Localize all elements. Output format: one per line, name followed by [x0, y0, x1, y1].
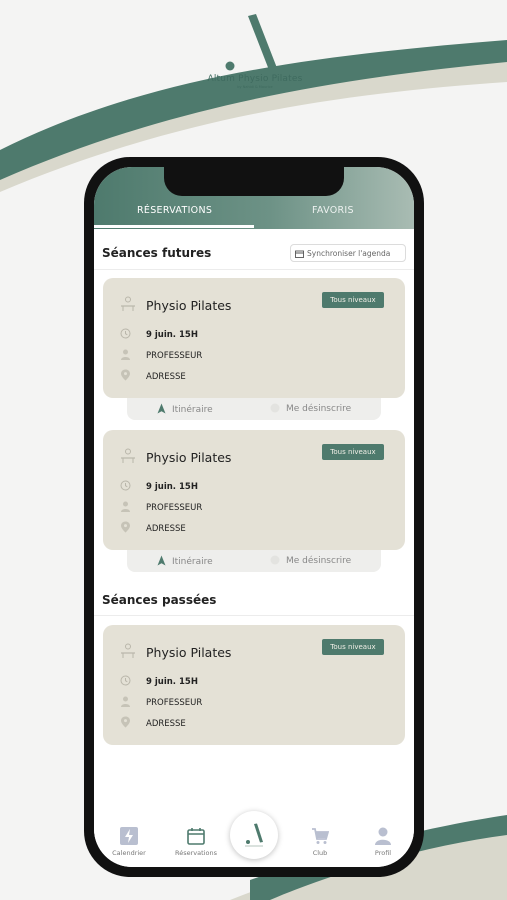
session-card[interactable]: Physio Pilates Tous niveaux 9 juin. 15H … — [103, 625, 405, 745]
itinerary-label: Itinéraire — [172, 557, 213, 567]
nav-label: Profil — [374, 849, 392, 857]
unsubscribe-button[interactable]: Me désinscrire — [270, 403, 351, 414]
massage-table-icon — [121, 296, 135, 311]
section-divider — [94, 269, 414, 270]
home-logo-button[interactable] — [230, 811, 278, 859]
person-icon — [121, 501, 130, 512]
session-teacher: PROFESSEUR — [146, 698, 203, 708]
brand-title: Altum Physio Pilates — [207, 74, 303, 84]
calendar-icon — [187, 828, 205, 845]
card-actions: Itinéraire Me désinscrire — [127, 398, 381, 420]
altum-logo-icon — [225, 14, 277, 71]
user-icon — [375, 827, 391, 845]
level-badge: Tous niveaux — [322, 292, 384, 308]
session-datetime: 9 juin. 15H — [146, 330, 198, 340]
active-tab-indicator — [94, 225, 254, 228]
unsubscribe-label: Me désinscrire — [286, 556, 352, 566]
location-pin-icon — [121, 521, 130, 533]
person-icon — [121, 349, 130, 360]
session-card[interactable]: Physio Pilates Tous niveaux 9 juin. 15H … — [103, 278, 405, 398]
location-pin-icon — [121, 716, 130, 728]
level-badge: Tous niveaux — [322, 639, 384, 655]
massage-table-icon — [121, 643, 135, 658]
cancel-circle-icon — [270, 403, 280, 413]
calendar-small-icon — [295, 250, 304, 258]
unsubscribe-label: Me désinscrire — [286, 404, 352, 414]
navigation-arrow-icon — [157, 403, 166, 414]
altum-logo-icon — [245, 823, 263, 847]
brand-header: Altum Physio Pilates by Nahidi & Maurice — [190, 10, 320, 89]
itinerary-button[interactable]: Itinéraire — [157, 555, 213, 567]
tab-reservations[interactable]: RÉSERVATIONS — [137, 205, 212, 216]
clock-icon — [120, 480, 131, 491]
nav-reservations[interactable]: Réservations — [166, 827, 226, 857]
session-datetime: 9 juin. 15H — [146, 482, 198, 492]
nav-label: Réservations — [175, 849, 217, 857]
clock-icon — [120, 328, 131, 339]
app-screen: RÉSERVATIONS FAVORIS Séances futures Syn… — [94, 167, 414, 867]
tab-favoris[interactable]: FAVORIS — [312, 205, 354, 216]
lightning-icon — [120, 827, 138, 845]
nav-label: Calendrier — [112, 849, 146, 857]
future-sessions-title: Séances futures — [102, 246, 212, 260]
card-actions: Itinéraire Me désinscrire — [127, 550, 381, 572]
session-card[interactable]: Physio Pilates Tous niveaux 9 juin. 15H … — [103, 430, 405, 550]
unsubscribe-button[interactable]: Me désinscrire — [270, 555, 351, 566]
nav-calendrier[interactable]: Calendrier — [99, 827, 159, 857]
session-address: ADRESSE — [146, 372, 186, 382]
sync-calendar-label: Synchroniser l'agenda — [307, 249, 391, 258]
location-pin-icon — [121, 369, 130, 381]
nav-profil[interactable]: Profil — [353, 827, 413, 857]
session-title: Physio Pilates — [146, 450, 232, 465]
nav-club[interactable]: Club — [290, 827, 350, 857]
sync-calendar-button[interactable]: Synchroniser l'agenda — [290, 244, 406, 262]
session-datetime: 9 juin. 15H — [146, 677, 198, 687]
itinerary-label: Itinéraire — [172, 405, 213, 415]
session-title: Physio Pilates — [146, 298, 232, 313]
clock-icon — [120, 675, 131, 686]
cart-icon — [312, 828, 329, 844]
nav-label: Club — [312, 849, 328, 857]
itinerary-button[interactable]: Itinéraire — [157, 403, 213, 415]
session-address: ADRESSE — [146, 524, 186, 534]
person-icon — [121, 696, 130, 707]
cancel-circle-icon — [270, 555, 280, 565]
section-divider — [94, 615, 414, 616]
navigation-arrow-icon — [157, 555, 166, 566]
phone-frame: RÉSERVATIONS FAVORIS Séances futures Syn… — [84, 157, 424, 877]
session-title: Physio Pilates — [146, 645, 232, 660]
session-teacher: PROFESSEUR — [146, 503, 203, 513]
massage-table-icon — [121, 448, 135, 463]
session-address: ADRESSE — [146, 719, 186, 729]
session-teacher: PROFESSEUR — [146, 351, 203, 361]
phone-notch — [164, 167, 344, 196]
level-badge: Tous niveaux — [322, 444, 384, 460]
brand-subtitle: by Nahidi & Maurice — [237, 85, 273, 89]
bottom-navigation: Calendrier Réservations Club Profil — [94, 797, 414, 867]
past-sessions-title: Séances passées — [102, 593, 217, 607]
